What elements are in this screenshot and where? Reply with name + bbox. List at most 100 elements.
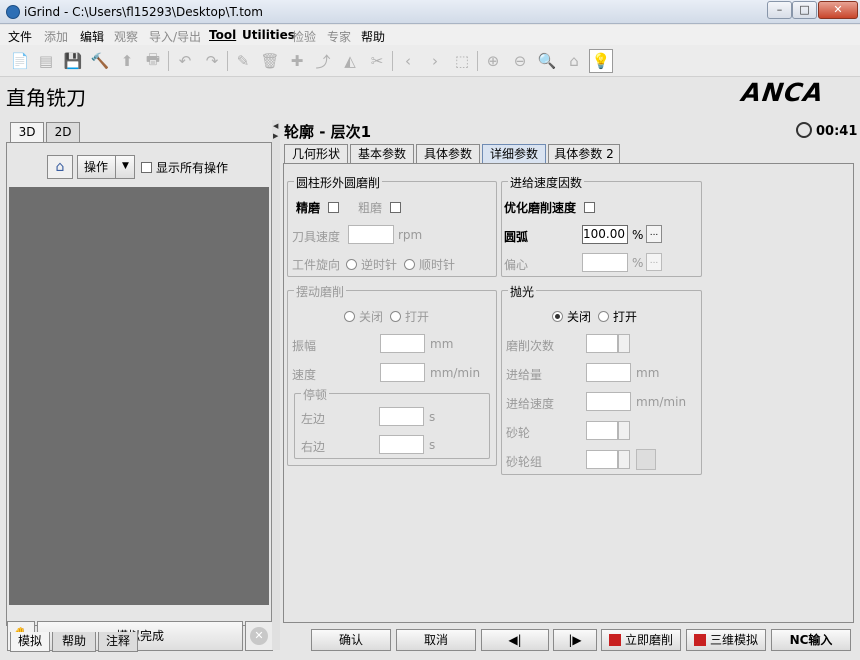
menu-add[interactable]: 添加 [44,28,68,45]
optimize-speed-checkbox[interactable]: 优化磨削速度 [504,199,599,216]
tab-help[interactable]: 帮助 [52,632,96,652]
amplitude-input[interactable] [380,334,425,353]
new-file-icon[interactable]: 📄 [8,49,32,73]
dwell-left-input[interactable] [379,407,424,426]
menu-utilities[interactable]: Utilities [242,28,295,42]
osc-off-radio[interactable]: 关闭 [344,308,383,325]
stop-simulation-button[interactable]: ✕ [245,621,273,651]
open-icon[interactable]: ▤ [34,49,58,73]
ccw-radio[interactable]: 逆时针 [346,256,397,273]
menu-edit[interactable]: 编辑 [80,28,104,45]
add-icon[interactable]: ✚ [285,49,309,73]
timer-value: 00:41 [816,124,858,139]
undo-icon[interactable]: ↶ [173,49,197,73]
edit-icon[interactable]: ✎ [231,49,255,73]
mirror-icon[interactable]: ◭ [338,49,362,73]
previous-step-button[interactable]: ◀| [481,629,549,651]
menu-inspect[interactable]: 检验 [292,28,316,45]
maximize-button[interactable]: □ [792,1,817,19]
home-icon[interactable]: ⌂ [47,155,73,179]
wheel-spinner[interactable] [618,421,630,440]
polish-feed-label: 进给量 [506,368,543,382]
tab-notes[interactable]: 注释 [98,632,138,652]
zoom-icon[interactable]: 🔍 [535,49,559,73]
wheel-set-spinner[interactable] [618,450,630,469]
osc-on-radio[interactable]: 打开 [390,308,429,325]
polish-off-radio[interactable]: 关闭 [552,308,591,325]
print-icon[interactable]: 🖶 [141,49,165,73]
timer: 00:41 [796,122,857,139]
collapse-right-icon[interactable]: ▶ [273,132,278,140]
sweep-icon[interactable]: ⤴ [311,49,335,73]
arc-unit: % [632,228,644,242]
tool-icon[interactable]: 🔨 [88,49,112,73]
dwell-right-input[interactable] [379,435,424,454]
arc-input[interactable]: 100.00 [582,225,628,244]
work-direction-label: 工件旋向 [292,258,341,272]
menu-help[interactable]: 帮助 [361,28,385,45]
osc-off-label: 关闭 [359,310,384,324]
tab-2d[interactable]: 2D [46,122,80,142]
tab-specific-params-2[interactable]: 具体参数 2 [548,144,620,163]
collapse-left-icon[interactable]: ◀ [273,122,278,130]
3d-simulation-button[interactable]: 三维模拟 [686,629,766,651]
chevron-down-icon[interactable]: ▼ [115,155,135,179]
optimize-speed-label: 优化磨削速度 [504,201,577,215]
close-button[interactable]: ✕ [818,1,858,19]
menu-tool[interactable]: Tool [209,28,236,42]
amplitude-unit: mm [430,337,454,351]
zoom-in-icon[interactable]: ⊕ [481,49,505,73]
osc-speed-input[interactable] [380,363,425,382]
polish-feed-rate-input[interactable] [586,392,631,411]
export-icon[interactable]: ⬆ [115,49,139,73]
menu-expert[interactable]: 专家 [327,28,351,45]
pane-splitter[interactable]: ◀ ▶ [272,120,280,650]
tab-detail-params[interactable]: 详细参数 [482,144,546,163]
rough-grinding-checkbox[interactable]: 粗磨 [358,199,405,216]
osc-speed-unit: mm/min [430,366,481,380]
arc-more-button[interactable]: ... [646,225,662,243]
passes-spinner[interactable] [618,334,630,353]
polish-feed-input[interactable] [586,363,631,382]
3d-viewport[interactable] [9,187,269,605]
redo-icon[interactable]: ↷ [200,49,224,73]
tab-geometry[interactable]: 几何形状 [284,144,348,163]
menu-view[interactable]: 观察 [114,28,138,45]
wheel-set-input[interactable] [586,450,618,469]
checkbox-box [389,202,401,213]
wheel-set-picker-icon[interactable] [636,449,656,470]
fit-view-icon[interactable]: ⬚ [450,49,474,73]
minimize-button[interactable]: – [767,1,792,19]
menu-import-export[interactable]: 导入/导出 [149,28,201,45]
previous-icon[interactable]: ‹ [396,49,420,73]
next-step-button[interactable]: |▶ [553,629,597,651]
cut-icon[interactable]: ✂ [365,49,389,73]
detail-params-panel: 圆柱形外圆磨削 精磨 粗磨 刀具速度 rpm 工件旋向 逆时针 顺时针 进给速度… [283,163,854,623]
tab-3d[interactable]: 3D [10,122,44,143]
tab-simulation[interactable]: 模拟 [10,632,50,652]
wheel-speed-input[interactable] [348,225,394,244]
ok-button[interactable]: 确认 [311,629,391,651]
wheel-input[interactable] [586,421,618,440]
nc-input-button[interactable]: NC输入 [771,629,851,651]
passes-input[interactable] [586,334,618,353]
grind-now-button[interactable]: 立即磨削 [601,629,681,651]
stop-icon: ✕ [250,627,268,645]
tab-specific-params[interactable]: 具体参数 [416,144,480,163]
cw-radio[interactable]: 顺时针 [404,256,455,273]
radio-circle [404,259,415,270]
lightbulb-icon[interactable]: 💡 [589,49,613,73]
finish-grinding-checkbox[interactable]: 精磨 [296,199,343,216]
home-view-icon[interactable]: ⌂ [562,49,586,73]
save-icon[interactable]: 💾 [61,49,85,73]
eccentric-more-button[interactable]: ... [646,253,662,271]
polish-on-radio[interactable]: 打开 [598,308,637,325]
show-all-operations-checkbox[interactable]: 显示所有操作 [141,159,228,176]
delete-icon[interactable]: 🗑 [258,49,282,73]
eccentric-input[interactable] [582,253,628,272]
next-icon[interactable]: › [423,49,447,73]
zoom-out-icon[interactable]: ⊖ [508,49,532,73]
menu-file[interactable]: 文件 [8,28,32,45]
tab-basic-params[interactable]: 基本参数 [350,144,414,163]
cancel-button[interactable]: 取消 [396,629,476,651]
